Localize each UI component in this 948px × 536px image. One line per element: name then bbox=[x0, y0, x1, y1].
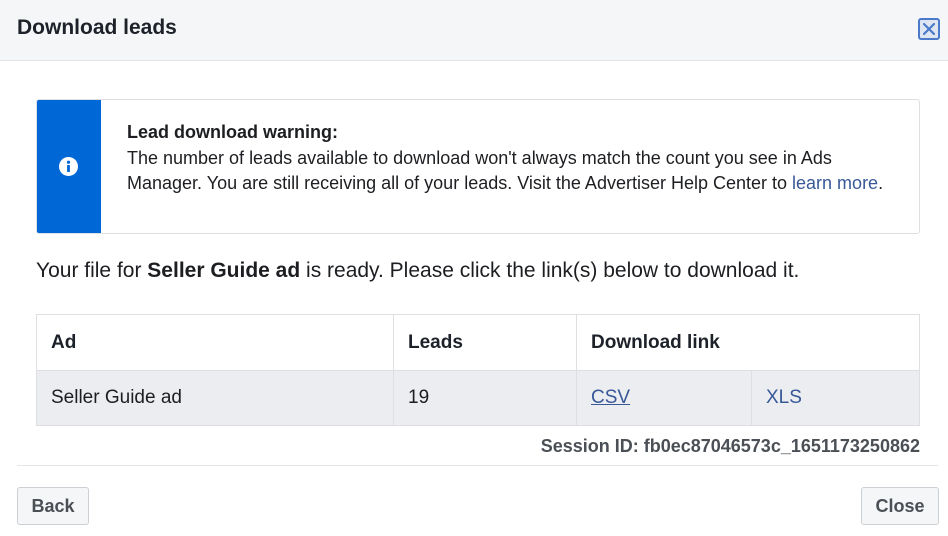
session-id: Session ID: fb0ec87046573c_1651173250862 bbox=[540, 436, 920, 456]
warning-suffix: . bbox=[878, 173, 884, 193]
cell-xls: XLS bbox=[751, 371, 919, 425]
warning-accent-strip bbox=[37, 100, 101, 233]
dialog-title: Download leads bbox=[17, 16, 177, 39]
table-row: Seller Guide ad 19 CSV XLS bbox=[37, 371, 919, 425]
dialog-header: Download leads bbox=[0, 0, 948, 61]
close-icon[interactable] bbox=[918, 18, 940, 40]
message-prefix: Your file for bbox=[36, 259, 148, 282]
info-icon bbox=[59, 157, 78, 176]
message-suffix: is ready. Please click the link(s) below… bbox=[300, 259, 800, 282]
learn-more-link[interactable]: learn more bbox=[792, 173, 878, 193]
header-download-link: Download link bbox=[576, 315, 919, 370]
csv-download-link[interactable]: CSV bbox=[591, 387, 630, 409]
footer-divider bbox=[17, 465, 938, 466]
warning-title: Lead download warning: bbox=[127, 122, 338, 142]
close-button[interactable]: Close bbox=[861, 487, 939, 525]
xls-download-link[interactable]: XLS bbox=[766, 387, 802, 409]
cell-ad-name: Seller Guide ad bbox=[51, 387, 182, 408]
leads-table: Ad Leads Download link Seller Guide ad 1… bbox=[36, 314, 920, 426]
lead-download-warning: Lead download warning: The number of lea… bbox=[36, 99, 920, 234]
cell-leads-count: 19 bbox=[393, 371, 576, 425]
warning-text: Lead download warning: The number of lea… bbox=[127, 120, 907, 197]
file-ready-message: Your file for Seller Guide ad is ready. … bbox=[36, 259, 799, 283]
cell-csv: CSV bbox=[576, 371, 751, 425]
warning-body: The number of leads available to downloa… bbox=[127, 147, 832, 194]
ad-name: Seller Guide ad bbox=[147, 259, 301, 282]
table-header-row: Ad Leads Download link bbox=[37, 315, 919, 371]
header-leads: Leads bbox=[393, 315, 576, 370]
download-leads-dialog: Download leads Lead download warning: Th… bbox=[0, 0, 948, 536]
back-button[interactable]: Back bbox=[17, 487, 89, 525]
header-ad: Ad bbox=[51, 331, 77, 353]
